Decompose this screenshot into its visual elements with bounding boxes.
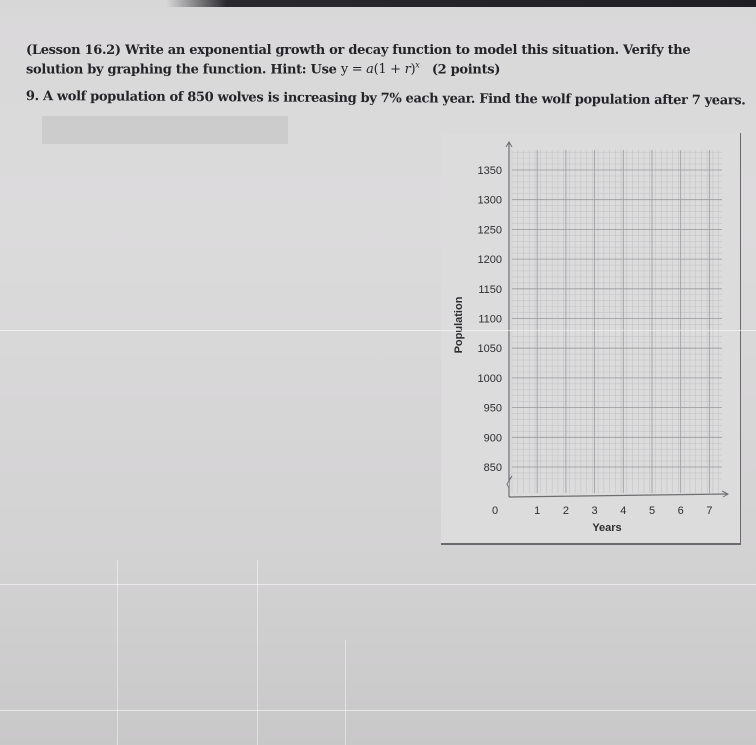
paper-crease bbox=[257, 560, 258, 745]
grid-minor bbox=[511, 150, 722, 493]
y-tick-label: 950 bbox=[484, 403, 502, 415]
y-tick-label: 1350 bbox=[478, 165, 502, 177]
y-tick-label: 1200 bbox=[478, 254, 502, 266]
x-tick-label: 0 bbox=[492, 505, 498, 517]
y-tick-label: 850 bbox=[484, 462, 502, 474]
x-tick-label: 1 bbox=[534, 505, 540, 517]
y-tick-label: 1300 bbox=[478, 195, 502, 207]
y-tick-label: 1100 bbox=[478, 314, 502, 326]
y-tick-label: 1150 bbox=[478, 284, 502, 296]
y-tick-labels: 850 900 950 1000 1050 1100 1150 1200 1250 1300 135… bbox=[478, 165, 502, 474]
y-tick-label: 900 bbox=[484, 432, 502, 444]
x-tick-label: 6 bbox=[678, 505, 684, 517]
paper-crease bbox=[0, 330, 756, 331]
x-tick-label: 4 bbox=[620, 505, 626, 517]
y-tick-label: 1000 bbox=[478, 373, 502, 385]
x-axis-line bbox=[508, 493, 728, 498]
x-tick-label: 3 bbox=[592, 505, 598, 517]
paper-crease bbox=[0, 710, 756, 711]
y-tick-label: 1250 bbox=[478, 224, 502, 236]
y-tick-label: 1050 bbox=[478, 343, 502, 355]
paper-crease bbox=[0, 584, 756, 585]
x-tick-labels: 0 1 2 3 4 5 6 7 bbox=[492, 505, 713, 517]
x-tick-label: 7 bbox=[706, 505, 712, 517]
x-axis-title: Years bbox=[592, 522, 621, 534]
x-tick-label: 2 bbox=[563, 505, 569, 517]
paper-crease bbox=[345, 640, 346, 745]
y-axis-title: Population bbox=[453, 296, 465, 353]
paper-crease bbox=[117, 560, 118, 745]
grid-major bbox=[512, 150, 722, 493]
x-tick-label: 5 bbox=[649, 505, 655, 517]
axes bbox=[505, 141, 730, 498]
population-graph: 8509009501000105011001150120012501300135… bbox=[453, 141, 730, 534]
